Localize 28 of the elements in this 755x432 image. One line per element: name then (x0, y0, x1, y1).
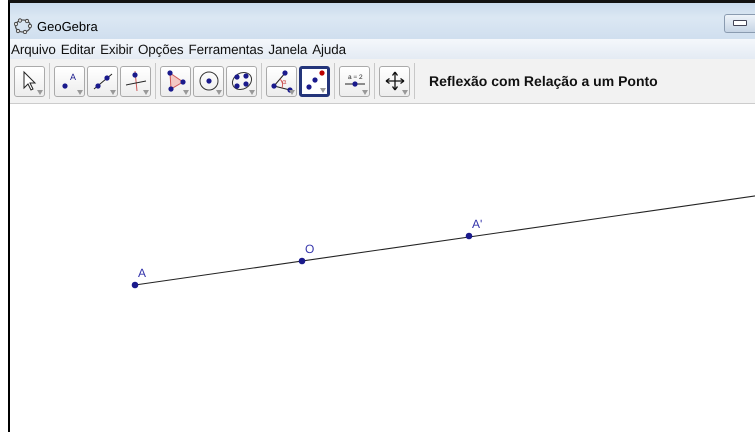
tool-button[interactable] (379, 66, 410, 96)
tool-button[interactable] (193, 66, 224, 96)
menu-item[interactable]: Arquivo (11, 42, 56, 56)
menu-item[interactable]: Exibir (100, 42, 133, 56)
menu-item[interactable]: Janela (268, 42, 308, 56)
point[interactable] (466, 232, 472, 240)
point-label: A (138, 266, 146, 280)
tool-button[interactable] (87, 66, 118, 96)
point[interactable] (132, 282, 138, 288)
ellipse-tool-icon (230, 69, 254, 93)
tool-button[interactable] (120, 66, 151, 96)
tool-button[interactable] (160, 66, 191, 96)
menu-item[interactable]: Opções (138, 42, 184, 56)
tool-name: Reflexão com Relação a um Ponto (429, 73, 658, 89)
app-logo-icon (14, 18, 32, 34)
perpendicular-tool-icon (124, 69, 148, 93)
menu-item[interactable]: Ferramentas (188, 42, 264, 56)
tool-button[interactable] (226, 66, 257, 96)
menu-item[interactable]: Ajuda (312, 42, 346, 56)
window-title: GeoGebra (37, 18, 98, 34)
menu-item[interactable]: Editar (60, 42, 96, 56)
tool-button[interactable] (14, 66, 45, 96)
point-label: A' (472, 217, 482, 231)
tool-button[interactable] (299, 66, 330, 96)
minimize-button[interactable] (724, 14, 755, 32)
point-label: O (305, 242, 314, 256)
point[interactable] (298, 258, 306, 264)
circle-tool-icon (196, 69, 220, 93)
